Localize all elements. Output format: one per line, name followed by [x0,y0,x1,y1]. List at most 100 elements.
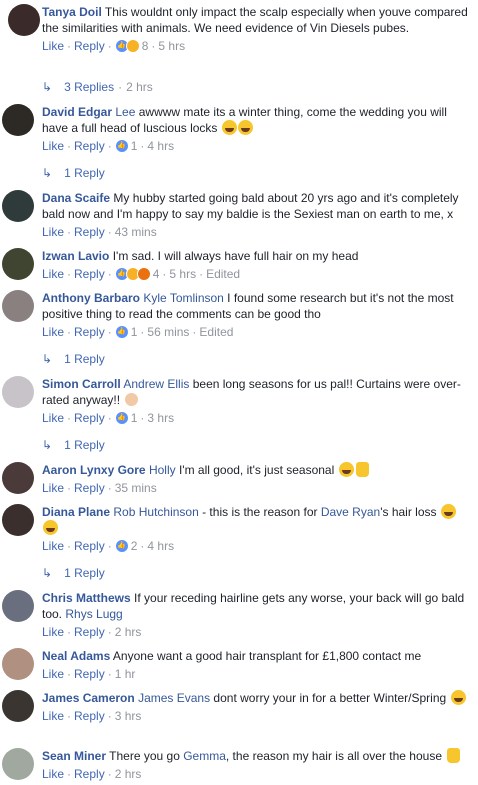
like-link[interactable]: Like [42,624,64,640]
reactions-summary[interactable]: 👍 [114,267,151,281]
reaction-count[interactable]: 1 [131,410,138,426]
separator-dot: · [67,767,72,781]
comment-time[interactable]: 4 hrs [147,538,174,554]
like-link[interactable]: Like [42,708,64,724]
replies-label[interactable]: 3 Replies [64,80,114,94]
replies-label[interactable]: 1 Reply [64,352,105,366]
like-link[interactable]: Like [42,324,64,340]
mention-link[interactable]: Gemma [183,749,226,763]
reply-link[interactable]: Reply [74,266,105,282]
like-link[interactable]: Like [42,666,64,682]
like-link[interactable]: Like [42,766,64,782]
comment-author[interactable]: Aaron Lynxy Gore [42,463,146,477]
reaction-count[interactable]: 1 [131,324,138,340]
reactions-summary[interactable]: 👍 [114,411,129,425]
comment-author[interactable]: Neal Adams [42,649,110,663]
mention-link[interactable]: Rob Hutchinson [113,505,198,519]
reply-link[interactable]: Reply [74,138,105,154]
comment-author[interactable]: Chris Matthews [42,591,131,605]
comment-time[interactable]: 5 hrs [158,38,185,54]
reply-link[interactable]: Reply [74,666,105,682]
reply-link[interactable]: Reply [74,538,105,554]
replies-label[interactable]: 1 Reply [64,566,105,580]
comment-time[interactable]: 43 mins [115,224,157,240]
edited-label[interactable]: Edited [206,266,240,282]
avatar[interactable] [2,248,34,280]
reply-link[interactable]: Reply [74,708,105,724]
reply-link[interactable]: Reply [74,480,105,496]
reply-link[interactable]: Reply [74,324,105,340]
like-link[interactable]: Like [42,224,64,240]
comment-author[interactable]: Izwan Lavio [42,249,109,263]
comment-author[interactable]: Diana Plane [42,505,110,519]
separator-dot: · [107,767,112,781]
avatar[interactable] [2,376,34,408]
separator-dot: · [107,709,112,723]
comment-time[interactable]: 3 hrs [115,708,142,724]
view-replies-link[interactable]: ↳ 1 Reply [42,438,105,452]
view-replies-link[interactable]: ↳ 1 Reply [42,566,105,580]
reaction-count[interactable]: 4 [153,266,160,282]
mention-link[interactable]: Rhys Lugg [65,607,122,621]
avatar[interactable] [2,590,34,622]
reaction-count[interactable]: 8 [142,38,149,54]
like-link[interactable]: Like [42,480,64,496]
avatar[interactable] [2,504,34,536]
laugh-emoji-icon [43,520,58,535]
comment-author[interactable]: James Cameron [42,691,135,705]
comment-time[interactable]: 56 mins [147,324,189,340]
mention-link[interactable]: Andrew Ellis [123,377,189,391]
avatar[interactable] [2,748,34,780]
avatar[interactable] [2,648,34,680]
reactions-summary[interactable]: 👍 [114,39,140,53]
mention-link[interactable]: Dave Ryan [321,505,380,519]
avatar[interactable] [2,290,34,322]
reply-link[interactable]: Reply [74,410,105,426]
replies-label[interactable]: 1 Reply [64,438,105,452]
reply-link[interactable]: Reply [74,766,105,782]
mention-link[interactable]: Kyle Tomlinson [143,291,223,305]
comment-author[interactable]: Anthony Barbaro [42,291,140,305]
comment-author[interactable]: Dana Scaife [42,191,110,205]
reactions-summary[interactable]: 👍 [114,539,129,553]
avatar[interactable] [2,104,34,136]
reply-link[interactable]: Reply [74,224,105,240]
like-link[interactable]: Like [42,538,64,554]
like-link[interactable]: Like [42,410,64,426]
comment-time[interactable]: 35 mins [115,480,157,496]
view-replies-link[interactable]: ↳ 1 Reply [42,352,105,366]
separator-dot: · [67,39,72,53]
reactions-summary[interactable]: 👍 [114,139,129,153]
comment-author[interactable]: David Edgar [42,105,112,119]
avatar[interactable] [8,4,40,36]
reaction-count[interactable]: 1 [131,138,138,154]
comment-time[interactable]: 1 hr [115,666,136,682]
comment-time[interactable]: 3 hrs [147,410,174,426]
comment-text: Chris Matthews If your receding hairline… [42,590,470,622]
view-replies-link[interactable]: ↳ 3 Replies · 2 hrs [42,80,153,94]
comment-time[interactable]: 2 hrs [115,766,142,782]
mention-link[interactable]: Lee [115,105,135,119]
comment-author[interactable]: Simon Carroll [42,377,121,391]
avatar[interactable] [2,462,34,494]
reactions-summary[interactable]: 👍 [114,325,129,339]
separator-dot: · [67,325,72,339]
reply-link[interactable]: Reply [74,38,105,54]
comment-time[interactable]: 5 hrs [169,266,196,282]
like-link[interactable]: Like [42,138,64,154]
reaction-count[interactable]: 2 [131,538,138,554]
like-link[interactable]: Like [42,38,64,54]
comment-author[interactable]: Sean Miner [42,749,106,763]
view-replies-link[interactable]: ↳ 1 Reply [42,166,105,180]
like-link[interactable]: Like [42,266,64,282]
avatar[interactable] [2,190,34,222]
replies-label[interactable]: 1 Reply [64,166,105,180]
avatar[interactable] [2,690,34,722]
reply-link[interactable]: Reply [74,624,105,640]
edited-label[interactable]: Edited [199,324,233,340]
mention-link[interactable]: Holly [149,463,176,477]
mention-link[interactable]: James Evans [138,691,210,705]
comment-time[interactable]: 2 hrs [115,624,142,640]
comment-author[interactable]: Tanya Doil [42,5,102,19]
comment-time[interactable]: 4 hrs [147,138,174,154]
